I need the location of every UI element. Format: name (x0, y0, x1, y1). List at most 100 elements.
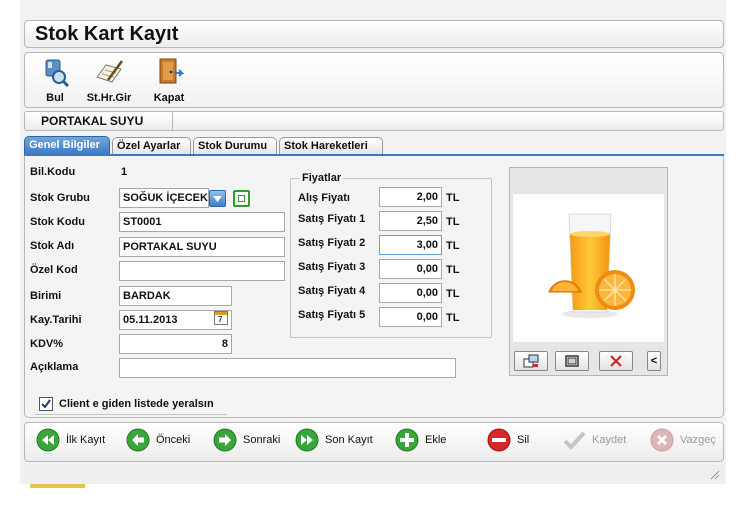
find-button[interactable]: Bul (37, 55, 73, 107)
cancel-icon (650, 428, 674, 452)
satis-fiyati-1-input[interactable]: 2,50 (379, 211, 442, 231)
delete-image-button[interactable] (599, 351, 633, 371)
stok-kodu-input[interactable]: ST0001 (119, 212, 285, 232)
collapse-image-button[interactable]: < (647, 351, 661, 371)
add-button-label: Ekle (425, 434, 447, 446)
calendar-icon[interactable]: 7 (214, 311, 228, 325)
calendar-day-glyph: 7 (218, 315, 223, 324)
product-image (513, 194, 664, 342)
satis-fiyati-1-label: Satış Fiyatı 1 (298, 213, 366, 225)
product-image-panel (509, 167, 668, 376)
satis-fiyati-3-input[interactable]: 0,00 (379, 259, 442, 279)
close-button-label: Kapat (153, 92, 185, 104)
alis-fiyati-currency: TL (446, 192, 460, 204)
next-record-label: Sonraki (243, 434, 281, 446)
load-image-button[interactable] (514, 351, 548, 371)
orange-juice-glass-icon (548, 213, 635, 318)
satis-fiyati-2-input[interactable]: 3,00 (379, 235, 442, 255)
view-image-icon (565, 355, 579, 367)
chevron-down-icon (213, 196, 222, 202)
satis-fiyati-4-currency: TL (446, 288, 460, 300)
tab-ozel-ayarlar[interactable]: Özel Ayarlar (112, 137, 191, 155)
load-image-icon (523, 354, 539, 368)
satis-fiyati-4-input[interactable]: 0,00 (379, 283, 442, 303)
satis-fiyati-5-input[interactable]: 0,00 (379, 307, 442, 327)
window-bottom-accent (30, 484, 85, 488)
add-button[interactable]: Ekle (395, 428, 450, 456)
prices-legend: Fiyatlar (300, 172, 344, 184)
record-name-bar: PORTAKAL SUYU (24, 111, 724, 131)
save-button[interactable]: Kaydet (562, 428, 632, 456)
birimi-input[interactable]: BARDAK (119, 286, 232, 306)
stock-movement-entry-button[interactable]: St.Hr.Gir (83, 55, 135, 107)
find-button-label: Bul (46, 92, 64, 104)
birimi-label: Birimi (30, 290, 62, 302)
alis-fiyati-input[interactable]: 2,00 (379, 187, 442, 207)
tab-stok-durumu[interactable]: Stok Durumu (193, 137, 277, 155)
record-name: PORTAKAL SUYU (25, 112, 173, 130)
save-button-label: Kaydet (592, 434, 627, 446)
view-image-button[interactable] (555, 351, 589, 371)
stok-grubu-label: Stok Grubu (30, 192, 90, 204)
stok-adi-label: Stok Adı (30, 240, 75, 252)
first-record-label: İlk Kayıt (66, 434, 106, 446)
stok-grubu-dropdown-button[interactable] (209, 190, 226, 207)
bil-kodu-value: 1 (121, 166, 128, 178)
alis-fiyati-label: Alış Fiyatı (298, 192, 350, 204)
aciklama-input[interactable] (119, 358, 456, 378)
ozel-kod-input[interactable] (119, 261, 285, 281)
satis-fiyati-3-currency: TL (446, 264, 460, 276)
delete-button[interactable]: Sil (487, 428, 532, 456)
window-bottom-edge (20, 484, 726, 488)
toolbar: Bul St.Hr.Gir Kapat (24, 52, 724, 108)
last-record-label: Son Kayıt (325, 434, 373, 446)
stok-kodu-label: Stok Kodu (30, 216, 85, 228)
delete-image-icon (610, 355, 622, 367)
last-record-button[interactable]: Son Kayıt (295, 428, 375, 456)
next-record-button[interactable]: Sonraki (213, 428, 283, 456)
tab-genel-bilgiler[interactable]: Genel Bilgiler (24, 136, 110, 155)
stok-grubu-list-button[interactable] (233, 190, 250, 207)
cancel-button-label: Vazgeç (680, 434, 716, 446)
satis-fiyati-3-label: Satış Fiyatı 3 (298, 261, 366, 273)
previous-record-button[interactable]: Önceki (126, 428, 192, 456)
window-title: Stok Kart Kayıt (35, 23, 179, 45)
checkmark-icon (41, 399, 51, 409)
title-bar: Stok Kart Kayıt (24, 20, 724, 48)
stok-adi-input[interactable]: PORTAKAL SUYU (119, 237, 285, 257)
satis-fiyati-2-label: Satış Fiyatı 2 (298, 237, 366, 249)
satis-fiyati-5-currency: TL (446, 312, 460, 324)
kdv-input[interactable]: 8 (119, 334, 232, 354)
first-record-button[interactable]: İlk Kayıt (36, 428, 106, 456)
notepad-pen-icon (96, 60, 124, 83)
bil-kodu-label: Bil.Kodu (30, 166, 76, 178)
satis-fiyati-2-currency: TL (446, 240, 460, 252)
delete-icon (487, 428, 511, 452)
satis-fiyati-4-label: Satış Fiyatı 4 (298, 285, 366, 297)
save-check-icon (562, 428, 586, 452)
list-icon (238, 195, 245, 202)
previous-record-icon (126, 428, 150, 452)
add-icon (395, 428, 419, 452)
kdv-label: KDV% (30, 338, 64, 350)
aciklama-label: Açıklama (30, 361, 79, 373)
satis-fiyati-5-label: Satış Fiyatı 5 (298, 309, 366, 321)
last-record-icon (295, 428, 319, 452)
status-bar (24, 465, 724, 484)
resize-grip-icon[interactable] (708, 468, 720, 480)
satis-fiyati-1-currency: TL (446, 216, 460, 228)
client-list-checkbox-label: Client e giden listede yeralsın (59, 398, 214, 410)
close-button[interactable]: Kapat (149, 55, 189, 107)
tab-stok-hareketleri[interactable]: Stok Hareketleri (279, 137, 383, 155)
client-list-checkbox[interactable] (39, 397, 53, 411)
kay-tarihi-label: Kay.Tarihi (30, 314, 82, 326)
cancel-button[interactable]: Vazgeç (650, 428, 720, 456)
delete-button-label: Sil (517, 434, 530, 446)
first-record-icon (36, 428, 60, 452)
stock-movement-entry-label: St.Hr.Gir (86, 92, 132, 104)
checkbox-underline (35, 414, 227, 415)
exit-door-icon (159, 58, 184, 84)
stok-grubu-select[interactable]: SOĞUK İÇECEKL (119, 188, 209, 208)
previous-record-label: Önceki (156, 434, 191, 446)
binoculars-icon (45, 59, 70, 87)
